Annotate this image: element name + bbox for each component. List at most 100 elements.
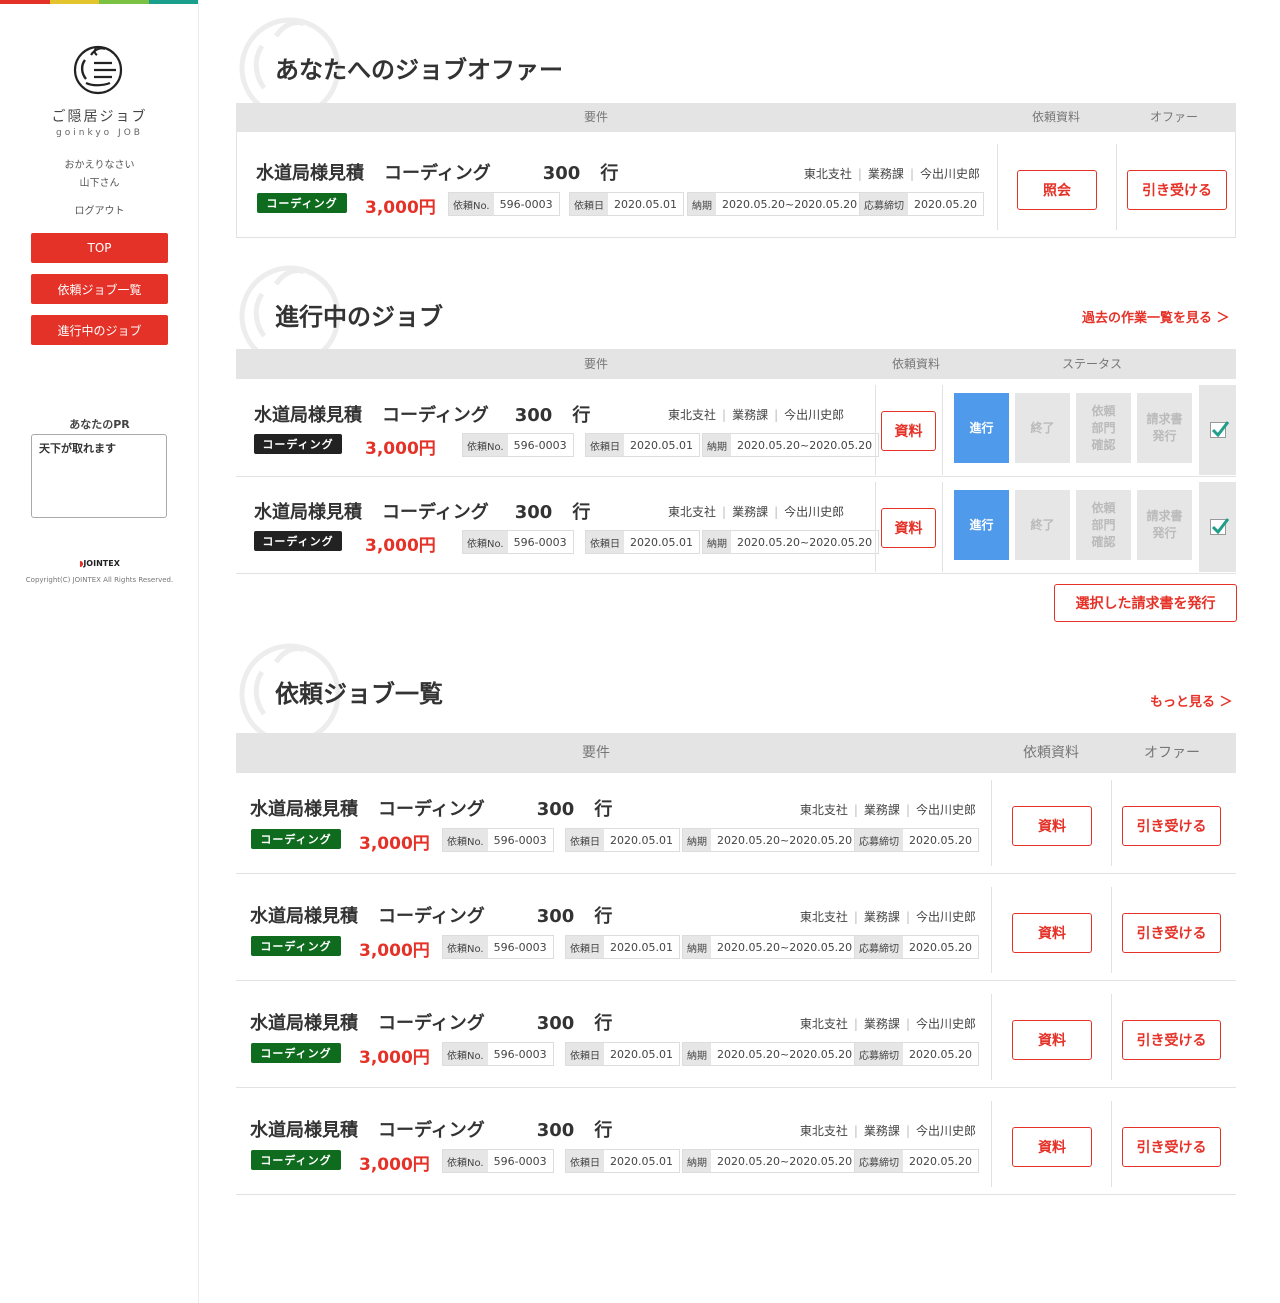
row-divider (236, 873, 1236, 874)
status-dept-confirm[interactable]: 依頼 部門 確認 (1076, 490, 1131, 560)
org-person: 今出川史郎 (784, 408, 845, 422)
meta-label: 納期 (703, 434, 731, 456)
meta-value: 2020.05.01 (610, 833, 673, 847)
jointex-logo: ◗JOINTEX (0, 559, 199, 568)
job-qty: 300 (514, 502, 553, 523)
job-unit: 行 (594, 1013, 613, 1034)
material-button[interactable]: 資料 (1012, 806, 1092, 846)
nav-request-jobs-button[interactable]: 依頼ジョブ一覧 (31, 274, 168, 304)
header-offer: オファー (1144, 745, 1200, 761)
job-price: 3,000円 (359, 834, 430, 854)
job-unit: 行 (594, 799, 613, 820)
job-type: コーディング (378, 1120, 485, 1141)
column-divider (942, 482, 943, 572)
job-client: 水道局様見積 (254, 405, 362, 426)
meta-request-date: 依頼日 2020.05.01 (565, 935, 680, 959)
job-qty: 300 (536, 906, 575, 927)
check-icon (1211, 421, 1229, 438)
material-button[interactable]: 資料 (881, 508, 936, 548)
column-divider (1111, 994, 1112, 1080)
brand-name-jp: ご隠居ジョブ (51, 109, 148, 125)
status-invoice[interactable]: 請求書 発行 (1137, 393, 1192, 463)
status-finished[interactable]: 終了 (1015, 490, 1070, 560)
issue-invoice-button[interactable]: 選択した請求書を発行 (1054, 584, 1237, 622)
see-more-link[interactable]: もっと見る ＞ (1150, 691, 1233, 710)
meta-label: 依頼日 (566, 936, 604, 958)
pr-textarea[interactable]: 天下が取れます (31, 434, 167, 518)
meta-label: 依頼日 (566, 829, 604, 851)
meta-label: 依頼No. (443, 1043, 488, 1065)
meta-label: 納期 (688, 193, 716, 215)
meta-due: 納期 2020.05.20~2020.05.20 (682, 1149, 860, 1173)
logout-link[interactable]: ログアウト (0, 202, 199, 217)
job-org: 東北支社 | 業務課 | 今出川史郎 (803, 167, 980, 181)
org-branch: 東北支社 (799, 1124, 848, 1138)
requests-title: 依頼ジョブ一覧 (275, 680, 443, 708)
material-button[interactable]: 資料 (1012, 1127, 1092, 1167)
job-type: コーディング (384, 163, 491, 184)
meta-request-no: 依頼No. 596-0003 (448, 192, 560, 216)
stripe-green (99, 0, 149, 4)
job-unit: 行 (594, 906, 613, 927)
accept-button[interactable]: 引き受ける (1122, 806, 1221, 846)
nav-top-button[interactable]: TOP (31, 233, 168, 263)
status-invoice[interactable]: 請求書 発行 (1137, 490, 1192, 560)
row-divider (236, 980, 1236, 981)
status-dept-confirm[interactable]: 依頼 部門 確認 (1076, 393, 1131, 463)
meta-request-no: 依頼No. 596-0003 (462, 433, 574, 457)
material-button[interactable]: 資料 (881, 411, 936, 451)
org-dept: 業務課 (732, 505, 769, 519)
job-type: コーディング (378, 799, 485, 820)
job-client: 水道局様見積 (250, 799, 358, 820)
job-org: 東北支社 | 業務課 | 今出川史郎 (799, 910, 976, 924)
column-divider (991, 780, 992, 866)
material-button[interactable]: 資料 (1012, 1020, 1092, 1060)
ongoing-table-header: 要件 依頼資料 ステータス (236, 349, 1236, 379)
invoice-checkbox[interactable] (1209, 421, 1229, 438)
inquiry-button[interactable]: 照会 (1017, 170, 1097, 210)
job-org: 東北支社 | 業務課 | 今出川史郎 (668, 408, 845, 422)
job-unit: 行 (594, 1120, 613, 1141)
job-unit: 行 (572, 405, 591, 426)
meta-due: 納期 2020.05.20~2020.05.20 (702, 433, 880, 457)
invoice-checkbox[interactable] (1209, 518, 1229, 535)
job-price: 3,000円 (359, 1155, 430, 1175)
meta-value: 2020.05.20~2020.05.20 (737, 438, 873, 452)
meta-due: 納期 2020.05.20~2020.05.20 (682, 828, 860, 852)
request-row: 水道局様見積 コーディング 300 行 東北支社 | 業務課 | 今出川史郎 コーディング 3… (236, 887, 1236, 980)
meta-value: 2020.05.01 (610, 1154, 673, 1168)
job-unit: 行 (572, 502, 591, 523)
job-qty: 300 (536, 1120, 575, 1141)
meta-label: 納期 (703, 531, 731, 553)
job-type: コーディング (382, 405, 489, 426)
accept-button[interactable]: 引き受ける (1122, 1020, 1221, 1060)
material-button[interactable]: 資料 (1012, 913, 1092, 953)
meta-value: 596-0003 (493, 1154, 547, 1168)
accept-button[interactable]: 引き受ける (1127, 170, 1227, 210)
meta-label: 応募締切 (860, 193, 908, 215)
ongoing-row: 水道局様見積 コーディング 300 行 東北支社 | 業務課 | 今出川史郎 コーディング 3… (236, 482, 1236, 574)
brand-name-en: goinkyo JOB (56, 128, 143, 138)
meta-request-no: 依頼No. 596-0003 (442, 1042, 554, 1066)
accept-button[interactable]: 引き受ける (1122, 913, 1221, 953)
job-client: 水道局様見積 (250, 1013, 358, 1034)
past-works-link[interactable]: 過去の作業一覧を見る ＞ (1082, 307, 1230, 326)
nav-ongoing-jobs-button[interactable]: 進行中のジョブ (31, 315, 168, 345)
status-in-progress[interactable]: 進行 (954, 393, 1009, 463)
job-type: コーディング (378, 1013, 485, 1034)
job-unit: 行 (600, 163, 619, 184)
header-status: ステータス (1061, 357, 1122, 371)
meta-label: 依頼日 (570, 193, 608, 215)
accept-button[interactable]: 引き受ける (1122, 1127, 1221, 1167)
status-in-progress[interactable]: 進行 (954, 490, 1009, 560)
meta-value: 596-0003 (493, 940, 547, 954)
invoice-select-cell (1199, 482, 1236, 572)
status-finished[interactable]: 終了 (1015, 393, 1070, 463)
meta-due: 納期 2020.05.20~2020.05.20 (682, 935, 860, 959)
column-divider (942, 385, 943, 475)
column-divider (1116, 144, 1117, 230)
sidebar: ご隠居ジョブ goinkyo JOB おかえりなさい 山下さん ログアウト TO… (0, 0, 199, 1303)
header-requirements: 要件 (583, 110, 608, 124)
job-client: 水道局様見積 (256, 163, 364, 184)
job-title: 水道局様見積 コーディング 300 行 (250, 902, 612, 928)
